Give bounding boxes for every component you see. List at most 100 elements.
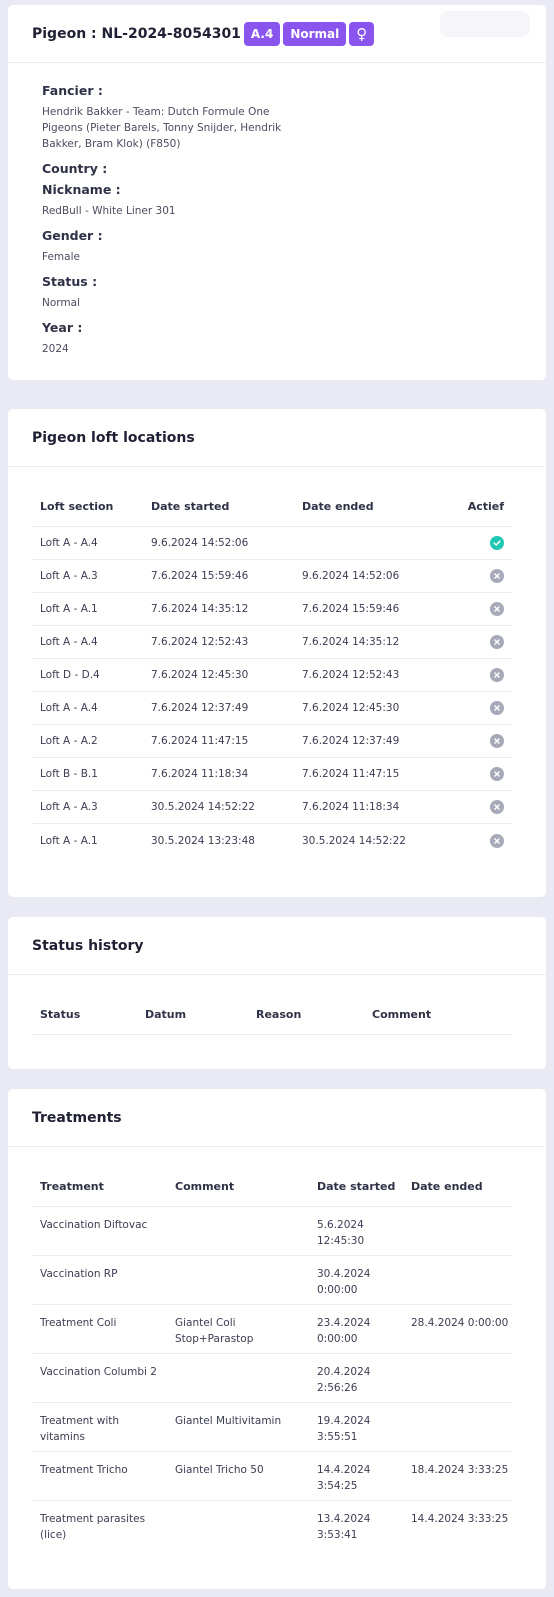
table-row: Treatment parasites (lice) 13.4.2024 3:53… <box>32 1501 512 1550</box>
loft-section-cell: Loft B - B.1 <box>40 768 98 780</box>
female-icon: ♀ <box>349 21 375 46</box>
column-header[interactable]: Date ended <box>403 1180 512 1193</box>
year-value: 2024 <box>42 343 69 355</box>
treatment-rows: Vaccination Diftovac 5.6.2024 12:45:30 Vac… <box>32 1207 512 1550</box>
date-started-cell: 30.5.2024 14:52:22 <box>151 801 255 813</box>
x-circle-icon <box>490 767 504 781</box>
fancier-value: Hendrik Bakker - Team: Dutch Formule One… <box>42 106 282 150</box>
date-ended-cell: 7.6.2024 11:18:34 <box>302 801 400 813</box>
x-circle-icon <box>490 734 504 748</box>
check-circle-icon <box>490 536 504 550</box>
status-value: Normal <box>42 297 80 309</box>
loft-section-cell: Loft A - A.4 <box>40 702 98 714</box>
date-ended-cell: 7.6.2024 11:47:15 <box>302 768 400 780</box>
treatments-table: Treatment Comment Date started Date ende… <box>32 1167 512 1550</box>
active-cell <box>444 602 512 616</box>
active-cell <box>444 635 512 649</box>
treatment-cell: Treatment Coli <box>40 1317 117 1329</box>
table-row: Loft A - A.2 7.6.2024 11:47:15 7.6.2024 12… <box>32 725 512 758</box>
country-label: Country : <box>42 161 108 176</box>
table-row: Loft A - A.1 30.5.2024 13:23:48 30.5.2024 … <box>32 824 512 857</box>
table-row: Vaccination RP 30.4.2024 0:00:00 <box>32 1256 512 1305</box>
treatments-title: Treatments <box>32 1109 122 1126</box>
x-circle-icon <box>490 602 504 616</box>
loft-section-cell: Loft A - A.3 <box>40 801 98 813</box>
status-history-card: Status history Status Datum Reason Comme… <box>8 917 546 1069</box>
active-cell <box>444 833 512 848</box>
table-row: Loft A - A.4 7.6.2024 12:52:43 7.6.2024 14… <box>32 626 512 659</box>
date-started-cell: 7.6.2024 12:37:49 <box>151 702 249 714</box>
column-header[interactable]: Reason <box>248 1008 364 1021</box>
loft-section-cell: Loft A - A.1 <box>40 603 98 615</box>
status-badge: Normal <box>283 21 347 46</box>
column-header[interactable]: Status <box>32 1008 137 1021</box>
table-header: Status Datum Reason Comment <box>32 995 512 1035</box>
fancier-label: Fancier : <box>42 83 103 98</box>
date-ended-cell: 7.6.2024 14:35:12 <box>302 636 400 648</box>
date-ended-cell: 9.6.2024 14:52:06 <box>302 570 400 582</box>
nickname-label: Nickname : <box>42 182 121 197</box>
nickname-value: RedBull - White Liner 301 <box>42 205 176 217</box>
date-started-cell: 5.6.2024 12:45:30 <box>317 1219 365 1247</box>
date-started-cell: 7.6.2024 11:47:15 <box>151 735 249 747</box>
column-header[interactable]: Date ended <box>294 500 444 513</box>
date-started-cell: 13.4.2024 3:53:41 <box>317 1513 371 1541</box>
status-history-title: Status history <box>32 937 144 954</box>
loft-rows: Loft A - A.4 9.6.2024 14:52:06 Loft A - A.… <box>32 527 512 857</box>
active-cell <box>444 536 512 550</box>
date-started-cell: 14.4.2024 3:54:25 <box>317 1464 371 1492</box>
column-header[interactable]: Comment <box>364 1008 512 1021</box>
table-row: Loft A - A.4 9.6.2024 14:52:06 <box>32 527 512 560</box>
table-row: Loft A - A.4 7.6.2024 12:37:49 7.6.2024 12… <box>32 692 512 725</box>
date-ended-cell: 7.6.2024 12:45:30 <box>302 702 400 714</box>
table-row: Treatment with vitamins Giantel Multivita… <box>32 1403 512 1452</box>
date-started-cell: 30.4.2024 0:00:00 <box>317 1268 371 1296</box>
column-header[interactable]: Date started <box>309 1180 403 1193</box>
loft-section-cell: Loft A - A.2 <box>40 735 98 747</box>
date-ended-cell: 30.5.2024 14:52:22 <box>302 834 406 847</box>
loft-section-cell: Loft D - D.4 <box>40 669 100 681</box>
column-header[interactable]: Treatment <box>32 1180 167 1193</box>
column-header[interactable]: Date started <box>143 500 294 513</box>
date-started-cell: 7.6.2024 14:35:12 <box>151 603 249 615</box>
date-ended-cell: 14.4.2024 3:33:25 <box>411 1513 509 1525</box>
comment-cell: Giantel Tricho 50 <box>175 1464 264 1476</box>
table-row: Treatment Tricho Giantel Tricho 50 14.4.20… <box>32 1452 512 1501</box>
active-cell <box>444 734 512 748</box>
date-started-cell: 23.4.2024 0:00:00 <box>317 1317 371 1345</box>
table-row: Loft A - A.3 30.5.2024 14:52:22 7.6.2024 1… <box>32 791 512 824</box>
table-row: Vaccination Columbi 2 20.4.2024 2:56:26 <box>32 1354 512 1403</box>
gender-label: Gender : <box>42 228 103 243</box>
status-label: Status : <box>42 274 98 289</box>
treatments-header: Treatments <box>8 1089 546 1147</box>
loft-section-cell: Loft A - A.4 <box>40 537 98 549</box>
date-ended-cell: 7.6.2024 15:59:46 <box>302 603 400 615</box>
loft-section-cell: Loft A - A.1 <box>40 834 98 847</box>
date-ended-cell: 7.6.2024 12:52:43 <box>302 669 400 681</box>
column-header[interactable]: Actief <box>444 500 512 513</box>
header-action-placeholder <box>440 11 530 37</box>
date-started-cell: 7.6.2024 11:18:34 <box>151 768 249 780</box>
table-header: Loft section Date started Date ended Act… <box>32 487 512 527</box>
table-row: Loft A - A.1 7.6.2024 14:35:12 7.6.2024 15… <box>32 593 512 626</box>
details-list: Fancier : Hendrik Bakker - Team: Dutch F… <box>8 63 546 357</box>
table-row: Loft A - A.3 7.6.2024 15:59:46 9.6.2024 14… <box>32 560 512 593</box>
date-ended-cell: 7.6.2024 12:37:49 <box>302 735 400 747</box>
column-header[interactable]: Datum <box>137 1008 248 1021</box>
date-started-cell: 7.6.2024 15:59:46 <box>151 570 249 582</box>
pigeon-title: Pigeon : NL-2024-8054301 <box>32 25 241 42</box>
table-header: Treatment Comment Date started Date ende… <box>32 1167 512 1207</box>
date-started-cell: 20.4.2024 2:56:26 <box>317 1366 371 1394</box>
date-ended-cell: 18.4.2024 3:33:25 <box>411 1464 509 1476</box>
pigeon-details-card: Pigeon : NL-2024-8054301 A.4 Normal ♀ Fa… <box>8 5 546 380</box>
date-ended-cell: 28.4.2024 0:00:00 <box>411 1317 509 1329</box>
loft-section-cell: Loft A - A.3 <box>40 570 98 582</box>
active-cell <box>444 767 512 781</box>
column-header[interactable]: Comment <box>167 1180 309 1193</box>
comment-cell: Giantel Multivitamin <box>175 1415 282 1427</box>
column-header[interactable]: Loft section <box>32 500 143 513</box>
active-cell <box>444 668 512 682</box>
date-started-cell: 30.5.2024 13:23:48 <box>151 834 255 847</box>
x-circle-icon <box>490 569 504 583</box>
treatment-cell: Treatment Tricho <box>40 1464 128 1476</box>
